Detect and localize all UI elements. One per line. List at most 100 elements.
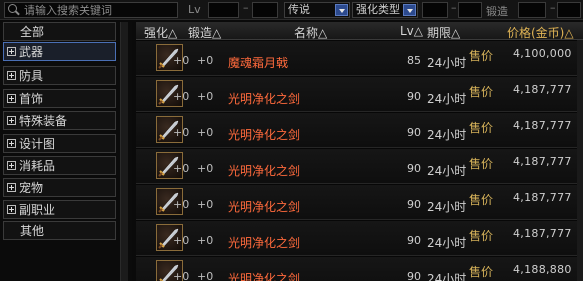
table-row[interactable]: +0 +0 光明净化之剑 90 24小时 售价 4,187,777 (136, 113, 583, 148)
category-special-equipment[interactable]: 特殊装备 (3, 111, 116, 130)
forge-max-input[interactable] (557, 2, 581, 18)
item-name: 光明净化之剑 (228, 236, 301, 250)
filter-bar: Lv – 传说 强化类型 – 锻造 – (0, 0, 583, 20)
item-level: 90 (407, 270, 421, 281)
price-type: 售价 (469, 49, 494, 63)
item-name: 光明净化之剑 (228, 200, 301, 214)
item-name: 光明净化之剑 (228, 272, 301, 281)
chevron-down-icon (335, 4, 348, 16)
category-label: 副职业 (19, 203, 56, 217)
category-subjob[interactable]: 副职业 (3, 200, 116, 219)
expand-icon[interactable] (7, 71, 16, 80)
enhance-value: +0 (173, 234, 190, 247)
item-price: 4,187,777 (513, 227, 572, 240)
table-row[interactable]: +0 +0 魔魂霜月戟 85 24小时 售价 4,100,000 (136, 41, 583, 76)
item-duration: 24小时 (427, 92, 467, 106)
category-weapon[interactable]: 武器 (3, 42, 116, 61)
item-name: 光明净化之剑 (228, 92, 301, 106)
category-label: 防具 (19, 69, 44, 83)
category-label: 其他 (20, 224, 45, 238)
chevron-down-icon (403, 4, 416, 16)
item-duration: 24小时 (427, 272, 467, 281)
forge-value: +0 (197, 126, 214, 139)
enhance-type-dropdown[interactable]: 强化类型 (352, 2, 418, 18)
category-consumable[interactable]: 消耗品 (3, 156, 116, 175)
table-row[interactable]: +0 +0 光明净化之剑 90 24小时 售价 4,187,777 (136, 221, 583, 256)
expand-icon[interactable] (7, 116, 16, 125)
item-level: 90 (407, 198, 421, 211)
enhance-value: +0 (173, 270, 190, 281)
lv-max-input[interactable] (252, 2, 278, 18)
price-type: 售价 (469, 265, 494, 279)
item-level: 90 (407, 234, 421, 247)
table-row[interactable]: +0 +0 光明净化之剑 90 24小时 售价 4,188,880 (136, 257, 583, 281)
sort-duration-header[interactable]: 期限△ (427, 24, 460, 41)
expand-icon[interactable] (7, 161, 16, 170)
category-pet[interactable]: 宠物 (3, 178, 116, 197)
expand-icon[interactable] (7, 47, 16, 56)
category-label: 宠物 (19, 181, 44, 195)
expand-icon[interactable] (7, 205, 16, 214)
table-row[interactable]: +0 +0 光明净化之剑 90 24小时 售价 4,187,777 (136, 149, 583, 184)
expand-icon[interactable] (7, 183, 16, 192)
sort-price-header[interactable]: 价格(金币)△ (507, 24, 574, 41)
forge-min-input[interactable] (518, 2, 546, 18)
table-row[interactable]: +0 +0 光明净化之剑 90 24小时 售价 4,187,777 (136, 77, 583, 112)
enhance-range-dash: – (451, 1, 457, 14)
price-type: 售价 (469, 229, 494, 243)
lv-min-input[interactable] (208, 2, 239, 18)
lv-range-dash: – (243, 1, 249, 14)
forge-label: 锻造 (486, 5, 508, 18)
item-price: 4,188,880 (513, 263, 572, 276)
sidebar-scrollbar[interactable] (120, 22, 128, 281)
forge-value: +0 (197, 90, 214, 103)
enhance-max-input[interactable] (458, 2, 482, 18)
item-duration: 24小时 (427, 236, 467, 250)
search-input[interactable] (21, 3, 171, 17)
enhance-type-value: 强化类型 (356, 3, 400, 16)
item-level: 90 (407, 90, 421, 103)
category-sidebar: 全部 武器 防具 首饰 特殊装备 设计图 消耗品 宠物 副职业 其他 (0, 22, 132, 281)
forge-value: +0 (197, 270, 214, 281)
expand-icon[interactable] (7, 139, 16, 148)
category-blueprint[interactable]: 设计图 (3, 134, 116, 153)
category-armor[interactable]: 防具 (3, 66, 116, 85)
item-level: 90 (407, 162, 421, 175)
enhance-value: +0 (173, 54, 190, 67)
expand-icon[interactable] (7, 94, 16, 103)
table-scrollbar[interactable] (577, 40, 583, 281)
sort-name-header[interactable]: 名称△ (294, 24, 327, 41)
sort-enhance-header[interactable]: 强化△ (144, 24, 177, 41)
category-all[interactable]: 全部 (3, 22, 116, 41)
item-name: 光明净化之剑 (228, 128, 301, 142)
forge-value: +0 (197, 162, 214, 175)
enhance-min-input[interactable] (422, 2, 448, 18)
item-price: 4,187,777 (513, 191, 572, 204)
category-label: 首饰 (19, 92, 44, 106)
enhance-value: +0 (173, 90, 190, 103)
table-header: 强化△ 锻造△ 名称△ Lv△ 期限△ 价格(金币)△ (136, 22, 583, 40)
category-label: 特殊装备 (19, 114, 68, 128)
search-icon (7, 3, 21, 17)
table-row[interactable]: +0 +0 光明净化之剑 90 24小时 售价 4,187,777 (136, 185, 583, 220)
enhance-value: +0 (173, 198, 190, 211)
rarity-dropdown[interactable]: 传说 (284, 2, 350, 18)
item-price: 4,187,777 (513, 119, 572, 132)
item-price: 4,187,777 (513, 83, 572, 96)
item-price: 4,100,000 (513, 47, 572, 60)
item-duration: 24小时 (427, 128, 467, 142)
item-duration: 24小时 (427, 56, 467, 70)
category-accessory[interactable]: 首饰 (3, 89, 116, 108)
search-box[interactable] (4, 2, 178, 18)
sort-lv-header[interactable]: Lv△ (400, 24, 423, 38)
category-label: 消耗品 (19, 159, 56, 173)
sort-forge-header[interactable]: 锻造△ (188, 24, 221, 41)
category-other[interactable]: 其他 (3, 221, 116, 240)
enhance-value: +0 (173, 126, 190, 139)
item-price: 4,187,777 (513, 155, 572, 168)
category-label: 武器 (19, 45, 44, 59)
rarity-value: 传说 (288, 3, 310, 16)
item-name: 魔魂霜月戟 (228, 56, 289, 70)
forge-range-dash: – (550, 1, 556, 14)
enhance-value: +0 (173, 162, 190, 175)
